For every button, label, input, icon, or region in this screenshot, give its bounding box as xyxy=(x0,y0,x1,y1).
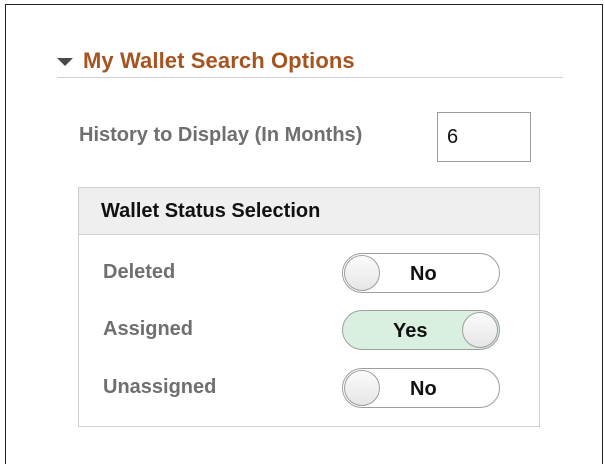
toggle-knob[interactable] xyxy=(462,312,498,348)
unassigned-toggle[interactable]: No xyxy=(342,368,500,408)
status-row-assigned: Assigned Yes xyxy=(79,308,539,352)
section-title: My Wallet Search Options xyxy=(83,47,355,73)
status-row-deleted: Deleted No xyxy=(79,251,539,295)
section-header[interactable]: My Wallet Search Options xyxy=(57,44,563,78)
status-label-unassigned: Unassigned xyxy=(103,376,217,398)
wallet-status-panel: Wallet Status Selection Deleted No Assig… xyxy=(78,187,540,427)
deleted-toggle[interactable]: No xyxy=(342,253,500,293)
history-label: History to Display (In Months) xyxy=(79,124,363,146)
caret-down-icon[interactable] xyxy=(57,57,73,66)
toggle-knob[interactable] xyxy=(344,255,380,291)
toggle-text: No xyxy=(410,378,437,400)
wallet-status-title: Wallet Status Selection xyxy=(79,188,539,235)
status-label-deleted: Deleted xyxy=(103,261,176,283)
toggle-text: No xyxy=(410,263,437,285)
toggle-knob[interactable] xyxy=(344,370,380,406)
assigned-toggle[interactable]: Yes xyxy=(342,310,500,350)
history-months-input[interactable] xyxy=(437,112,531,162)
toggle-text: Yes xyxy=(393,320,428,342)
status-row-unassigned: Unassigned No xyxy=(79,366,539,410)
status-label-assigned: Assigned xyxy=(103,318,194,340)
